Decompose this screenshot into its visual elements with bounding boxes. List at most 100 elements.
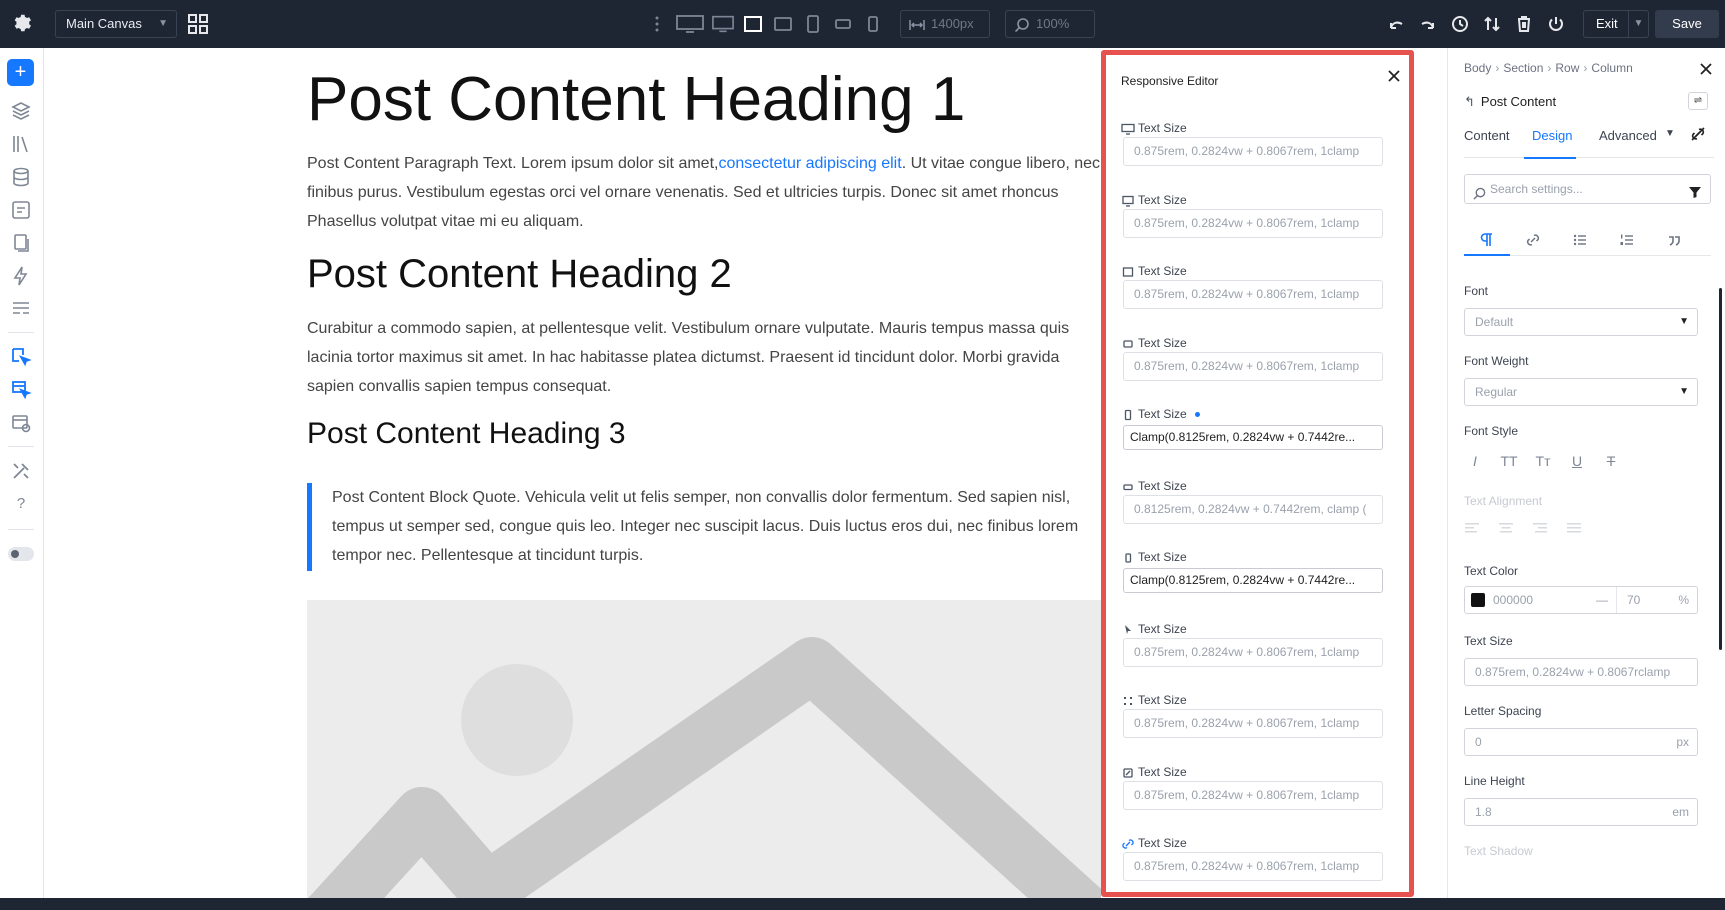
canvas-select[interactable]: Main Canvas ▼ (55, 10, 177, 38)
tab-advanced[interactable]: Advanced (1599, 128, 1657, 143)
select-page-icon[interactable] (10, 346, 32, 368)
quote-icon[interactable] (1659, 226, 1689, 254)
link-state-icon (1121, 837, 1135, 851)
numbered-list-icon[interactable] (1612, 226, 1642, 254)
desktop-icon[interactable] (711, 12, 735, 36)
phone-icon[interactable] (861, 12, 885, 36)
text-size-input[interactable]: 0.875rem, 0.2824vw + 0.8067rem, 1clamp (1123, 351, 1383, 381)
text-color-opacity[interactable]: 70 (1627, 587, 1640, 613)
post-paragraph[interactable]: Post Content Paragraph Text. Lorem ipsum… (307, 149, 1100, 236)
align-left-icon[interactable] (1464, 520, 1480, 536)
save-button[interactable]: Save (1655, 10, 1719, 38)
text-shadow-label: Text Shadow (1464, 844, 1533, 858)
help-icon[interactable]: ? (10, 493, 32, 515)
color-swatch[interactable] (1471, 593, 1485, 607)
dark-mode-toggle[interactable] (8, 547, 34, 561)
align-center-icon[interactable] (1498, 520, 1514, 536)
redo-icon[interactable] (1417, 12, 1439, 36)
paragraph-icon[interactable] (1471, 226, 1501, 254)
line-height-input[interactable]: 1.8 em (1464, 798, 1698, 826)
exit-button[interactable]: Exit ▼ (1583, 10, 1649, 38)
image-placeholder[interactable] (307, 600, 1101, 898)
font-weight-select[interactable]: Regular ▼ (1464, 378, 1698, 406)
divider (8, 332, 34, 333)
text-size-input[interactable]: Clamp(0.8125rem, 0.2824vw + 0.7442re... (1123, 568, 1383, 593)
letter-spacing-input[interactable]: 0 px (1464, 728, 1698, 756)
pages-icon[interactable] (10, 232, 32, 254)
text-size-input[interactable]: 0.875rem, 0.2824vw + 0.8067rem, 1clamp (1123, 709, 1383, 738)
trash-icon[interactable] (1513, 12, 1535, 36)
chevron-down-icon[interactable]: ▼ (1665, 128, 1675, 139)
link-icon[interactable] (1518, 226, 1548, 254)
tablet-icon[interactable] (771, 12, 795, 36)
line-height-unit[interactable]: em (1668, 799, 1689, 825)
settings-scrollbar[interactable] (1719, 288, 1722, 650)
device-switcher (645, 12, 885, 36)
chevron-down-icon[interactable]: ▼ (1628, 11, 1648, 37)
undo-icon[interactable] (1385, 12, 1407, 36)
search-settings-input[interactable]: Search settings... (1464, 174, 1711, 204)
lightning-icon[interactable] (10, 265, 32, 287)
tab-design[interactable]: Design (1532, 128, 1572, 143)
close-icon[interactable] (1698, 61, 1714, 77)
uppercase-button[interactable]: TT (1498, 450, 1520, 472)
theme-builder-icon[interactable] (10, 412, 32, 434)
library-icon[interactable] (10, 133, 32, 155)
strikethrough-button[interactable]: T (1600, 450, 1622, 472)
tools-icon[interactable] (10, 460, 32, 482)
filter-icon[interactable] (1688, 181, 1702, 198)
sort-arrows-icon[interactable] (1481, 12, 1503, 36)
select-module-icon[interactable] (10, 379, 32, 401)
post-heading-1[interactable]: Post Content Heading 1 (307, 64, 965, 135)
text-size-input[interactable]: 0.875rem, 0.2824vw + 0.8067rem, 1clamp (1123, 637, 1383, 667)
bullet-list-icon[interactable] (1565, 226, 1595, 254)
tab-content[interactable]: Content (1464, 128, 1510, 143)
tablet-landscape-icon[interactable] (741, 12, 765, 36)
text-size-input[interactable]: 0.875rem, 0.2824vw + 0.8067rclamp (1464, 658, 1698, 686)
responsive-text-size-row: Text Size 0.8125rem, 0.2824vw + 0.7442rem… (1121, 477, 1383, 549)
breadcrumb-item[interactable]: Column (1591, 61, 1632, 75)
text-size-input[interactable]: 0.875rem, 0.2824vw + 0.8067rem, 1clamp (1123, 780, 1383, 810)
desktop-wide-icon[interactable] (675, 12, 705, 36)
drag-handle-icon[interactable] (645, 12, 669, 36)
gear-icon[interactable] (10, 12, 32, 34)
breadcrumb-item[interactable]: Body (1464, 61, 1491, 75)
text-size-input[interactable]: 0.875rem, 0.2824vw + 0.8067rem, 1clamp (1123, 852, 1383, 881)
paragraph-link[interactable]: consectetur adipiscing elit (718, 155, 901, 172)
text-size-input[interactable]: 0.875rem, 0.2824vw + 0.8067rem, 1clamp (1123, 280, 1383, 309)
text-size-input[interactable]: 0.875rem, 0.2824vw + 0.8067rem, 1clamp (1123, 137, 1383, 166)
add-icon[interactable]: + (7, 59, 34, 86)
block-quote[interactable]: Post Content Block Quote. Vehicula velit… (307, 483, 1078, 571)
unlink-icon[interactable] (1690, 126, 1706, 142)
power-icon[interactable] (1545, 12, 1567, 36)
module-options-icon[interactable]: ⇌ (1688, 92, 1708, 110)
text-color-field[interactable]: 000000 — 70 % (1464, 586, 1698, 614)
layout-icon[interactable] (10, 298, 32, 320)
italic-button[interactable]: I (1464, 450, 1486, 472)
phone-landscape-icon[interactable] (831, 12, 855, 36)
letter-spacing-unit[interactable]: px (1672, 729, 1689, 755)
font-select[interactable]: Default ▼ (1464, 308, 1698, 336)
text-size-input[interactable]: Clamp(0.8125rem, 0.2824vw + 0.7442re... (1123, 425, 1383, 450)
post-paragraph-2[interactable]: Curabitur a commodo sapien, at pellentes… (307, 314, 1069, 401)
back-arrow-icon[interactable]: ↰ (1464, 94, 1475, 109)
database-icon[interactable] (10, 166, 32, 188)
close-icon[interactable] (1386, 68, 1402, 84)
post-heading-2[interactable]: Post Content Heading 2 (307, 252, 732, 297)
breadcrumb-item[interactable]: Section (1503, 61, 1543, 75)
history-icon[interactable] (1449, 12, 1471, 36)
align-justify-icon[interactable] (1566, 520, 1582, 536)
zoom-field[interactable]: 100% (1005, 10, 1095, 38)
text-size-input[interactable]: 0.8125rem, 0.2824vw + 0.7442rem, clamp ( (1123, 494, 1383, 524)
post-heading-3[interactable]: Post Content Heading 3 (307, 417, 626, 451)
page-settings-icon[interactable] (10, 199, 32, 221)
breadcrumb-item[interactable]: Row (1555, 61, 1579, 75)
layers-icon[interactable] (10, 100, 32, 122)
canvas-width-field[interactable]: 1400px (900, 10, 990, 38)
underline-button[interactable]: U (1566, 450, 1588, 472)
phone-wide-icon[interactable] (801, 12, 825, 36)
capitalize-button[interactable]: Tт (1532, 450, 1554, 472)
align-right-icon[interactable] (1532, 520, 1548, 536)
grid-icon[interactable] (187, 13, 209, 35)
text-size-input[interactable]: 0.875rem, 0.2824vw + 0.8067rem, 1clamp (1123, 208, 1383, 238)
